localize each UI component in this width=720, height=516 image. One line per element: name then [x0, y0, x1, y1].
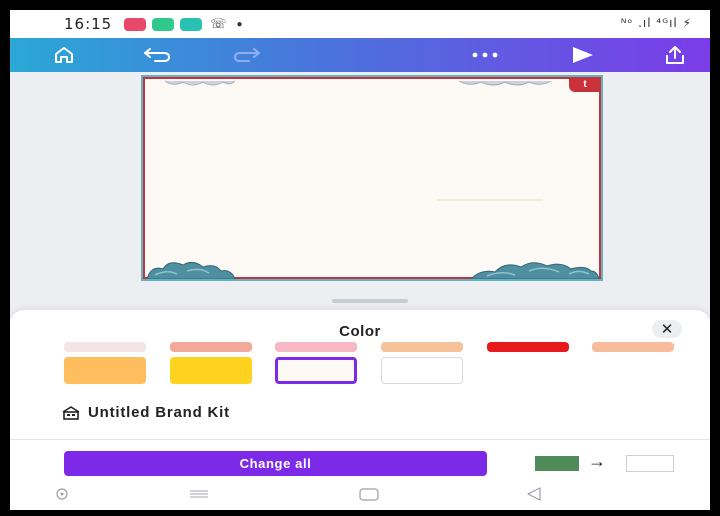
- play-icon: [573, 47, 593, 63]
- signal-battery-indicators: ᴺᵒ .ıl ⁴ᴳıl ⚡: [620, 16, 692, 30]
- home-nav-icon[interactable]: [358, 486, 380, 502]
- sheet-divider: [10, 439, 710, 440]
- redo-button[interactable]: [230, 38, 264, 72]
- dot-icon: ●: [236, 18, 243, 30]
- arrow-right-icon: →: [588, 451, 606, 471]
- status-bar: 16:15 ☏ ● ᴺᵒ .ıl ⁴ᴳıl ⚡: [10, 10, 710, 38]
- color-swatch[interactable]: [64, 342, 146, 352]
- change-all-button[interactable]: Change all: [64, 451, 487, 476]
- cloud-decoration: [147, 261, 236, 279]
- notification-icon: [180, 17, 203, 31]
- notification-icon: [152, 17, 175, 31]
- home-icon: [55, 47, 73, 63]
- cloud-decoration: [458, 80, 552, 86]
- new-color-chip: [626, 455, 674, 472]
- back-icon[interactable]: [525, 486, 543, 502]
- call-icon: ☏: [210, 16, 227, 31]
- phone-screen: 16:15 ☏ ● ᴺᵒ .ıl ⁴ᴳıl ⚡ t Color ✕ Untitl…: [10, 10, 710, 510]
- original-color-chip: [535, 456, 579, 471]
- home-button[interactable]: [48, 38, 80, 72]
- cloud-decoration: [471, 262, 599, 279]
- sheet-drag-handle[interactable]: [332, 299, 408, 303]
- color-swatch[interactable]: [487, 342, 569, 352]
- editor-toolbar: [10, 38, 710, 72]
- color-swatch[interactable]: [275, 342, 357, 352]
- divider-line: [437, 199, 543, 201]
- close-button[interactable]: ✕: [652, 320, 682, 338]
- page-badge: t: [569, 77, 601, 92]
- color-sheet: Color ✕ Untitled Brand Kit Change all →: [10, 310, 710, 510]
- undo-icon: [144, 48, 171, 62]
- close-icon: ✕: [660, 321, 674, 338]
- brand-kit-label: Untitled Brand Kit: [88, 404, 230, 421]
- undo-button[interactable]: [140, 38, 174, 72]
- status-time: 16:15: [64, 15, 113, 33]
- menu-icon[interactable]: [188, 486, 210, 502]
- more-button[interactable]: [468, 38, 502, 72]
- color-swatch[interactable]: [170, 342, 252, 352]
- color-swatch[interactable]: [381, 342, 463, 352]
- assistant-icon[interactable]: [54, 486, 70, 502]
- more-icon: [472, 52, 498, 58]
- brand-kit-icon: [62, 405, 80, 420]
- design-page[interactable]: t: [143, 77, 601, 279]
- color-swatch[interactable]: [381, 357, 463, 384]
- sheet-title: Color: [339, 323, 381, 340]
- notification-icon: [124, 17, 147, 31]
- color-swatch-selected[interactable]: [275, 357, 357, 384]
- present-button[interactable]: [566, 38, 600, 72]
- brand-kit-header[interactable]: Untitled Brand Kit: [62, 404, 230, 421]
- cloud-decoration: [164, 80, 236, 86]
- share-icon: [666, 46, 684, 64]
- system-nav-bar: [10, 482, 710, 510]
- color-swatch[interactable]: [592, 342, 674, 352]
- redo-icon: [233, 48, 260, 62]
- color-swatch[interactable]: [64, 357, 146, 384]
- share-button[interactable]: [658, 38, 692, 72]
- color-swatch[interactable]: [170, 357, 252, 384]
